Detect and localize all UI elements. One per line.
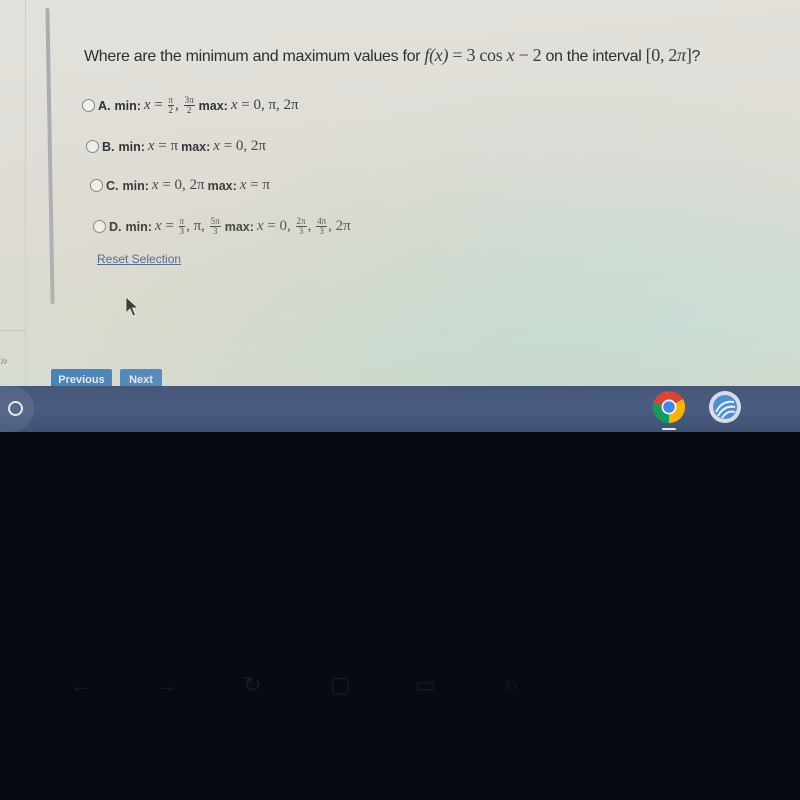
min-label: min: — [125, 219, 152, 234]
fraction: 4π 3 — [316, 216, 328, 236]
fraction: π3 — [178, 216, 186, 236]
chrome-icon[interactable] — [652, 390, 686, 424]
active-app-indicator — [662, 428, 676, 430]
answer-option-c[interactable]: C. min: x = 0, 2π max: x = π — [90, 177, 273, 194]
min-label: min: — [114, 98, 141, 113]
mouse-pointer-icon — [125, 296, 140, 317]
laptop-keyboard-area: ← → ↻ ▢ ▭ ○ — [0, 432, 800, 800]
min-label: min: — [118, 139, 145, 154]
question-mid: on the interval — [545, 48, 646, 65]
option-letter: C. — [106, 178, 119, 193]
option-letter: A. — [98, 98, 111, 113]
fullscreen-key-icon: ▢ — [330, 672, 351, 697]
previous-button[interactable]: Previous — [51, 369, 112, 386]
content-divider-bar — [45, 7, 55, 305]
min-expression: x = π3, π, 5π 3 — [154, 216, 221, 236]
radio-button[interactable] — [90, 179, 103, 192]
brightness-key-icon: ○ — [505, 672, 519, 697]
max-label: max: — [224, 219, 254, 234]
max-expression: x = 0, 2π 3, 4π 3, 2π — [256, 216, 351, 236]
globe-app-icon[interactable] — [708, 390, 742, 424]
min-label: min: — [122, 178, 149, 193]
refresh-key-icon: ↻ — [243, 672, 262, 697]
launcher-button[interactable] — [0, 386, 34, 432]
left-side-panel — [0, 0, 26, 386]
max-expression: x = 0, π, 2π — [230, 97, 299, 113]
min-expression: x = 0, 2π — [151, 177, 205, 193]
expand-panel-icon[interactable]: » — [0, 352, 8, 368]
max-label: max: — [198, 98, 228, 113]
radio-button[interactable] — [82, 99, 95, 112]
fraction: π2 — [167, 95, 175, 115]
overview-key-icon: ▭ — [415, 672, 436, 697]
interval-expression: [0, 2π] — [645, 45, 692, 65]
option-letter: B. — [102, 139, 115, 154]
forward-key-icon: → — [155, 672, 177, 697]
next-button[interactable]: Next — [120, 369, 162, 386]
back-key-icon: ← — [70, 672, 92, 697]
screen: » Where are the minimum and maximum valu… — [0, 0, 800, 386]
option-letter: D. — [109, 219, 122, 234]
answer-option-a[interactable]: A. min: x = π2, 3π 2 max: x = 0, π, 2π — [82, 96, 302, 115]
min-expression: x = π2, 3π 2 — [143, 95, 195, 115]
max-expression: x = π — [239, 177, 271, 193]
radio-button[interactable] — [86, 140, 99, 153]
max-label: max: — [207, 178, 237, 193]
answer-option-b[interactable]: B. min: x = π max: x = 0, 2π — [86, 138, 269, 155]
launcher-circle-icon — [8, 401, 23, 416]
fraction: 2π 3 — [295, 216, 307, 236]
taskbar-shelf — [0, 386, 800, 432]
max-label: max: — [181, 139, 211, 154]
question-text: Where are the minimum and maximum values… — [84, 45, 700, 66]
answer-option-d[interactable]: D. min: x = π3, π, 5π 3 max: x = 0, 2π 3, … — [93, 217, 354, 236]
fraction: 5π 3 — [209, 216, 221, 236]
max-expression: x = 0, 2π — [213, 138, 267, 154]
fraction: 3π 2 — [183, 95, 195, 115]
radio-button[interactable] — [93, 220, 106, 233]
question-prefix: Where are the minimum and maximum values… — [84, 48, 425, 65]
side-panel-divider — [0, 330, 26, 331]
question-suffix: ? — [691, 48, 701, 65]
reset-selection-link[interactable]: Reset Selection — [97, 252, 181, 266]
function-expression: f(x) = 3 cos x − 2 — [424, 45, 542, 65]
min-expression: x = π — [147, 138, 179, 154]
